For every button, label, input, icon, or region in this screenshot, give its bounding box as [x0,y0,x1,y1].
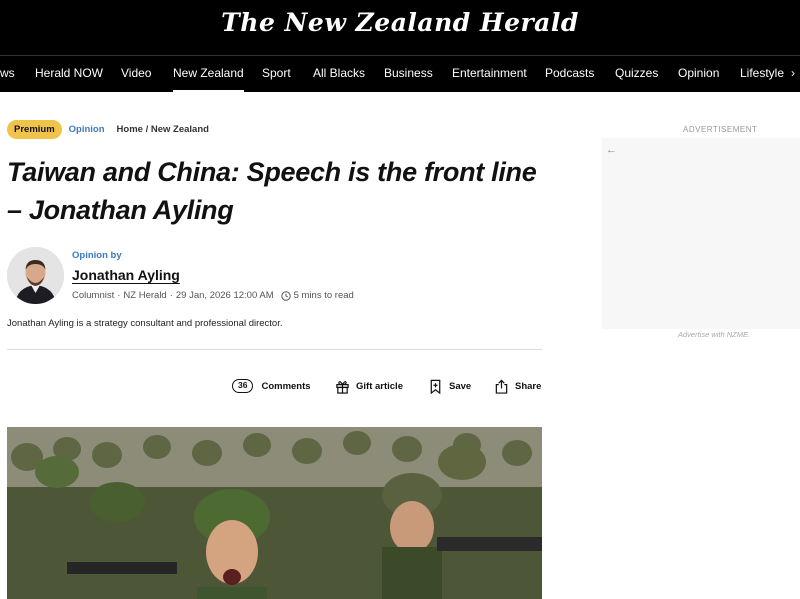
article-meta: Columnist · NZ Herald · 29 Jan, 2026 12:… [72,290,354,301]
hero-image[interactable] [7,427,542,599]
nav-item-all-blacks[interactable]: All Blacks [313,56,365,92]
advertisement-label: ADVERTISEMENT [683,125,758,134]
nav-item-entertainment[interactable]: Entertainment [452,56,527,92]
nav-item-opinion[interactable]: Opinion [678,56,719,92]
nav-item-news[interactable]: ws [0,56,15,92]
breadcrumb[interactable]: Home / New Zealand [117,124,209,135]
author-avatar[interactable] [7,247,64,304]
nav-item-podcasts[interactable]: Podcasts [545,56,594,92]
gift-article-button[interactable]: Gift article [335,376,403,396]
share-icon [495,379,508,394]
main-nav: ws Herald NOW Video New Zealand Sport Al… [0,56,800,92]
author-role: Columnist [72,290,115,301]
article-tags: Premium Opinion Home / New Zealand [7,119,209,139]
clock-icon [280,290,291,301]
divider [7,349,542,350]
article-headline: Taiwan and China: Speech is the front li… [7,157,537,225]
save-label: Save [449,380,472,392]
author-bio: Jonathan Ayling is a strategy consultant… [7,318,283,329]
share-label: Share [515,380,542,392]
save-button[interactable]: Save [428,376,471,396]
premium-badge: Premium [7,119,62,139]
author-name-link[interactable]: Jonathan Ayling [72,267,180,283]
gift-icon [336,380,349,394]
publication-name: NZ Herald [123,290,167,301]
comments-label: Comments [261,380,311,392]
share-button[interactable]: Share [494,376,541,396]
advertise-caption[interactable]: Advertise with NZME. [678,330,750,339]
nav-item-quizzes[interactable]: Quizzes [615,56,658,92]
comments-button[interactable]: 36 Comments [232,376,311,396]
site-header: The New Zealand Herald ws Herald NOW Vid… [0,0,800,92]
read-time: 5 mins to read [293,290,354,301]
nav-item-new-zealand[interactable]: New Zealand [173,56,244,92]
bookmark-plus-icon [430,379,441,394]
advertisement-slot[interactable]: ← [602,138,800,329]
gift-article-label: Gift article [356,380,403,392]
nav-item-lifestyle[interactable]: Lifestyle [740,56,784,92]
byline-label: Opinion by [72,250,122,261]
nav-item-sport[interactable]: Sport [262,56,291,92]
nav-item-herald-now[interactable]: Herald NOW [35,56,103,92]
nav-item-video[interactable]: Video [121,56,151,92]
comment-count: 36 [232,379,254,393]
nav-item-business[interactable]: Business [384,56,433,92]
publish-date: 29 Jan, 2026 12:00 AM [175,290,274,301]
opinion-badge[interactable]: Opinion [69,124,105,135]
masthead-logo[interactable]: The New Zealand Herald [0,8,800,37]
arrow-left-icon[interactable]: ← [606,144,617,156]
chevron-right-icon[interactable]: › [786,56,800,92]
